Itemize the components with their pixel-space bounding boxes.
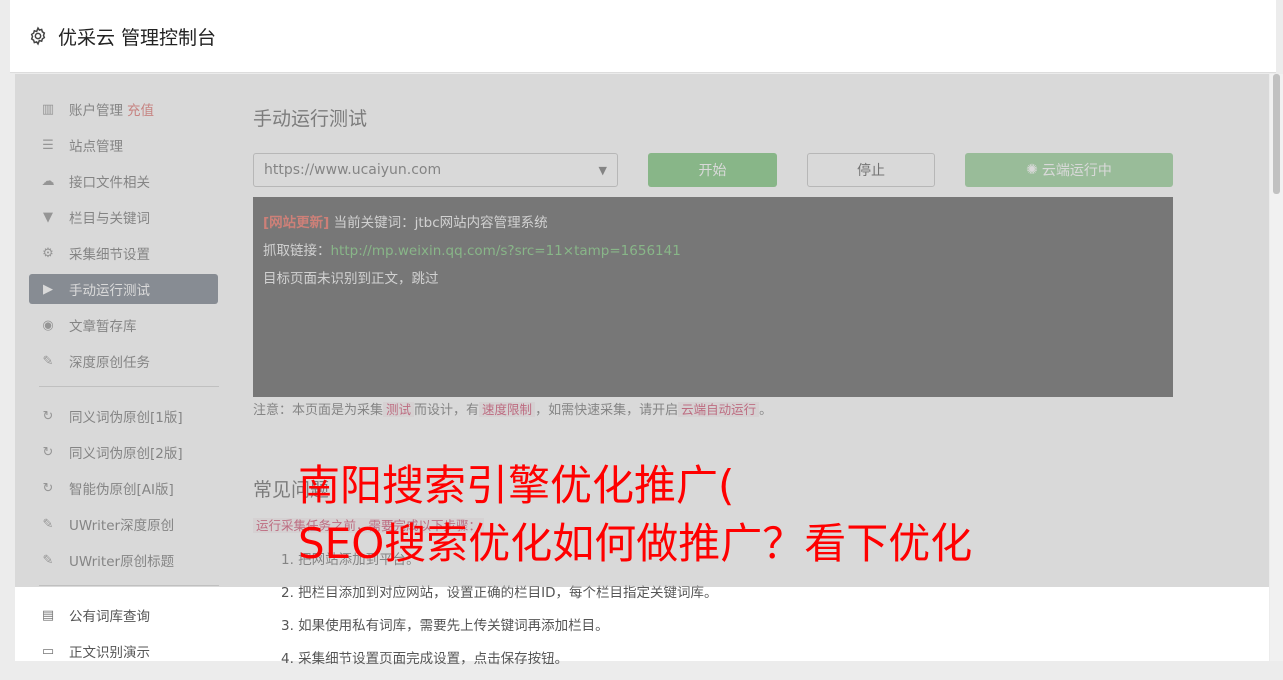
database-icon: ◉ <box>42 317 54 333</box>
page-title: 手动运行测试 <box>253 108 368 130</box>
site-select-value: https://www.ucaiyun.com <box>264 162 442 178</box>
cogs-icon: ⚙ <box>42 245 54 261</box>
sidebar-item-label: 同义词伪原创[1版] <box>69 410 183 426</box>
sidebar-item-article-store[interactable]: ◉ 文章暂存库 <box>29 310 218 340</box>
scrollbar-thumb[interactable] <box>1273 74 1280 194</box>
log-text: 抓取链接： <box>263 243 331 259</box>
sidebar-item-label: 文章暂存库 <box>69 319 137 335</box>
sidebar-item-deep-original[interactable]: ✎ 深度原创任务 <box>29 346 218 376</box>
sidebar-item-account[interactable]: ▥ 账户管理 充值 <box>29 94 218 124</box>
log-line: 抓取链接：http://mp.weixin.qq.com/s?src=11×ta… <box>263 237 1163 265</box>
chevron-down-icon: ▼ <box>598 163 607 177</box>
sidebar-item-manual-run[interactable]: ▶ 手动运行测试 <box>29 274 218 304</box>
refresh-icon: ↻ <box>42 408 54 424</box>
sidebar-item-columns-keywords[interactable]: ▼ 栏目与关键词 <box>29 202 218 232</box>
refresh-icon: ↻ <box>42 444 54 460</box>
sidebar-item-collect-settings[interactable]: ⚙ 采集细节设置 <box>29 238 218 268</box>
sidebar-item-label: 公有词库查询 <box>69 609 150 625</box>
recharge-link[interactable]: 充值 <box>127 99 154 119</box>
sidebar-item-label: UWriter深度原创 <box>69 518 175 534</box>
list-item: 3. 如果使用私有词库，需要先上传关键词再添加栏目。 <box>281 618 609 634</box>
notice-text: 注意：本页面是为采集 测试 而设计，有 速度限制 ，如需快速采集，请开启 云端自动运行。 <box>253 399 772 418</box>
notice-code: 云端自动运行 <box>678 402 760 417</box>
notice-code: 测试 <box>383 402 415 417</box>
stop-button[interactable]: 停止 <box>807 153 935 187</box>
sidebar-item-label: 同义词伪原创[2版] <box>69 446 183 462</box>
sidebar-item-text-recognition[interactable]: ▭ 正文识别演示 <box>29 636 218 666</box>
sidebar-item-label: 深度原创任务 <box>69 355 150 371</box>
sidebar-item-public-lexicon[interactable]: ▤ 公有词库查询 <box>29 600 218 630</box>
log-line: 目标页面未识别到正文，跳过 <box>263 265 1163 293</box>
list-icon: ☰ <box>42 137 54 153</box>
play-icon: ▶ <box>43 281 53 297</box>
cloud-upload-icon: ☁ <box>41 173 55 189</box>
notice-code: 速度限制 <box>479 402 536 417</box>
notice-segment: ，如需快速采集，请开启 <box>535 403 679 418</box>
scrollbar[interactable] <box>1270 74 1283 661</box>
log-link[interactable]: http://mp.weixin.qq.com/s?src=11×tamp=16… <box>331 243 681 259</box>
sidebar-item-label: 采集细节设置 <box>69 247 150 263</box>
log-line: [网站更新] 当前关键词：jtbc网站内容管理系统 <box>263 209 1163 237</box>
cloud-run-button[interactable]: ✺ 云端运行中 <box>965 153 1173 187</box>
sidebar-item-synonym-v2[interactable]: ↻ 同义词伪原创[2版] <box>29 437 218 467</box>
sidebar-item-label: 站点管理 <box>69 139 123 155</box>
sidebar-item-uwriter-deep[interactable]: ✎ UWriter深度原创 <box>29 509 218 539</box>
refresh-icon: ↻ <box>42 480 54 496</box>
sidebar-item-synonym-v1[interactable]: ↻ 同义词伪原创[1版] <box>29 401 218 431</box>
gear-icon <box>30 26 46 46</box>
log-text: 目标页面未识别到正文，跳过 <box>263 271 439 287</box>
bar-chart-icon: ▥ <box>41 101 55 117</box>
filter-icon: ▼ <box>43 209 53 225</box>
sidebar-item-uwriter-title[interactable]: ✎ UWriter原创标题 <box>29 545 218 575</box>
sidebar: ▥ 账户管理 充值 ☰ 站点管理 ☁ 接口文件相关 ▼ 栏目与关键词 ⚙ 采集细… <box>29 94 219 672</box>
cloud-run-label: 云端运行中 <box>1041 163 1112 179</box>
sidebar-item-label: 正文识别演示 <box>69 645 150 661</box>
list-item: 4. 采集细节设置页面完成设置，点击保存按钮。 <box>281 651 569 667</box>
sidebar-item-label: 手动运行测试 <box>69 283 150 299</box>
sidebar-item-label: 账户管理 <box>69 103 123 119</box>
sidebar-item-api-files[interactable]: ☁ 接口文件相关 <box>29 166 218 196</box>
list-item: 2. 把栏目添加到对应网站，设置正确的栏目ID，每个栏目指定关键词库。 <box>281 585 718 601</box>
watermark-line-2: SEO搜索优化如何做推广？看下优化 <box>298 519 973 568</box>
sidebar-item-label: 栏目与关键词 <box>69 211 150 227</box>
notice-segment: 而设计，有 <box>414 403 480 418</box>
edit-icon: ✎ <box>42 353 54 369</box>
sidebar-divider <box>39 386 219 387</box>
sidebar-item-label: UWriter原创标题 <box>69 554 175 570</box>
notice-segment: 注意：本页面是为采集 <box>253 403 384 418</box>
watermark-line-1: 南阳搜索引擎优化推广( <box>298 461 735 510</box>
sidebar-item-ai-rewrite[interactable]: ↻ 智能伪原创[AI版] <box>29 473 218 503</box>
monitor-icon: ▭ <box>41 643 55 659</box>
log-tag: [网站更新] <box>263 215 330 231</box>
edit-icon: ✎ <box>42 516 54 532</box>
site-select[interactable]: https://www.ucaiyun.com ▼ <box>253 153 618 187</box>
spinner-icon: ✺ <box>1026 162 1038 178</box>
notice-segment: 。 <box>759 403 773 418</box>
sidebar-divider <box>39 585 219 586</box>
book-icon: ▤ <box>41 607 55 623</box>
edit-icon: ✎ <box>42 552 54 568</box>
sidebar-item-label: 智能伪原创[AI版] <box>69 482 174 498</box>
app-title: 优采云 管理控制台 <box>58 26 217 49</box>
log-text: 当前关键词：jtbc网站内容管理系统 <box>333 215 548 231</box>
top-header: 优采云 管理控制台 <box>10 0 1276 73</box>
log-console: [网站更新] 当前关键词：jtbc网站内容管理系统 抓取链接：http://mp… <box>253 197 1173 397</box>
sidebar-item-label: 接口文件相关 <box>69 175 150 191</box>
start-button[interactable]: 开始 <box>648 153 777 187</box>
sidebar-item-sites[interactable]: ☰ 站点管理 <box>29 130 218 160</box>
